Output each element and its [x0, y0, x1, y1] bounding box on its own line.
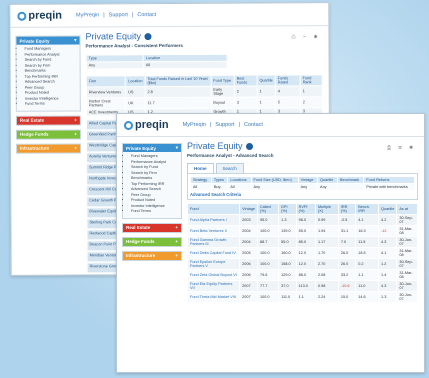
header: preqin MyPreqin | Support | Contact — [117, 114, 424, 137]
plus-icon: + — [74, 117, 77, 123]
table-row[interactable]: Fund Epsilon Europe Partners V 2006 100.0 1… — [186, 258, 418, 270]
nav-support[interactable]: Support — [215, 122, 234, 128]
plus-icon: + — [74, 145, 78, 151]
sidebar-hedge-funds[interactable]: Hedge Funds + — [15, 128, 81, 140]
sidebar-item[interactable]: Fund Terms — [25, 101, 77, 107]
sidebar-items: Fund Managers Performance Analyst Search… — [17, 44, 80, 110]
sidebar-private-equity[interactable]: Private Equity ▾ Fund Managers Performanc… — [122, 143, 182, 219]
sidebar-infrastructure[interactable]: Infrastructure + — [16, 142, 82, 154]
search-icon[interactable] — [245, 142, 253, 150]
table-row[interactable]: Fund Zeta Global Buyout VI 2006 79.6 129.0 8… — [186, 269, 418, 281]
sidebar-re-label: Real Estate — [126, 225, 151, 230]
sidebar-re-label: Real Estate — [19, 117, 45, 123]
performers-table: Firm Location Total Funds Raised in Last … — [86, 74, 323, 116]
section-title: Advanced Search Criteria — [190, 192, 241, 197]
preqin-logo[interactable]: preqin — [17, 10, 62, 22]
page-subtitle: Performance Analyst - Advanced Search — [187, 153, 274, 158]
criteria-table: Type Location Any All — [86, 54, 228, 70]
sidebar-infrastructure[interactable]: Infrastructure + — [122, 250, 182, 261]
chevron-down-icon: ▾ — [175, 145, 178, 150]
sidebar-inf-label: Infrastructure — [126, 253, 156, 258]
sidebar-pe-label: Private Equity — [126, 145, 157, 151]
brand-label: preqin — [28, 9, 63, 22]
sidebar-real-estate[interactable]: Real Estate + — [122, 222, 182, 233]
plus-icon: + — [74, 131, 77, 137]
brand-label: preqin — [135, 119, 169, 131]
front-window: preqin MyPreqin | Support | Contact Privat… — [116, 113, 425, 373]
search-icon[interactable] — [143, 32, 152, 40]
logo-icon — [124, 120, 133, 130]
sidebar-hf-label: Hedge Funds — [126, 239, 155, 244]
top-nav: MyPreqin | Support | Contact — [75, 12, 157, 19]
nav-contact[interactable]: Contact — [137, 12, 156, 18]
tab-home[interactable]: Home — [187, 163, 214, 173]
nav-mypreqin[interactable]: MyPreqin — [183, 122, 206, 128]
table-row[interactable]: Fund Eta Equity Partners VII 2007 77.7 37.0… — [186, 280, 418, 292]
preqin-logo[interactable]: preqin — [124, 119, 169, 131]
table-row[interactable]: Fund Alpha Partners I 2003 95.0 1.3 98.0 0.99… — [186, 214, 418, 226]
logo-icon — [17, 11, 27, 21]
page-title: Private Equity — [187, 141, 418, 151]
sidebar-items: Fund Managers Performance Analyst Search… — [123, 152, 181, 218]
table-row[interactable]: Fund Delta Capital Fund IV 2005 100.0 160.0… — [186, 247, 418, 259]
table-row[interactable]: Fund Theta Mid Market VIII 2007 100.0 111.0… — [186, 291, 418, 303]
sidebar-private-equity[interactable]: Private Equity ▾ Fund Managers Performanc… — [15, 35, 81, 112]
sidebar-pe-label: Private Equity — [19, 38, 50, 44]
header: preqin MyPreqin | Support | Contact — [10, 3, 329, 28]
table-row[interactable]: Fund Gamma Growth Partners III 2004 88.7 55… — [186, 236, 418, 248]
sidebar-inf-label: Infrastructure — [20, 145, 50, 151]
sidebar-real-estate[interactable]: Real Estate + — [15, 114, 81, 126]
top-nav: MyPreqin | Support | Contact — [182, 122, 263, 128]
tab-search[interactable]: Search — [215, 163, 244, 173]
filter-table: Strategy Types Locations Fund Size (USD, $… — [190, 176, 415, 191]
sidebar-item[interactable]: Fund Terms — [131, 209, 178, 215]
filter-panel: Strategy Types Locations Fund Size (USD, $… — [187, 173, 418, 200]
sidebar-hedge-funds[interactable]: Hedge Funds + — [122, 236, 182, 247]
nav-support[interactable]: Support — [109, 12, 128, 18]
sidebar: Private Equity ▾ Fund Managers Performanc… — [122, 143, 182, 265]
page-subtitle: Performance Analyst - Consistent Perform… — [85, 42, 183, 49]
plus-icon: + — [175, 253, 178, 258]
page-title: Private Equity — [85, 30, 322, 41]
sidebar: Private Equity ▾ Fund Managers Performanc… — [15, 35, 82, 157]
results-table: Fund Vintage Called (%) DPI (%) RVPI (%) Mul… — [186, 203, 418, 303]
plus-icon: + — [175, 239, 178, 244]
nav-contact[interactable]: Contact — [244, 122, 263, 128]
front-main: Private Equity Performance Analyst - Adv… — [186, 141, 418, 303]
chevron-down-icon: ▾ — [74, 37, 77, 43]
table-row[interactable]: Fund Beta Ventures II 2004 100.0 139.0 55.0 1… — [186, 225, 418, 237]
sidebar-hf-label: Hedge Funds — [19, 131, 49, 137]
nav-mypreqin[interactable]: MyPreqin — [76, 12, 99, 18]
tab-bar: Home Search — [187, 163, 418, 173]
plus-icon: + — [175, 225, 178, 230]
